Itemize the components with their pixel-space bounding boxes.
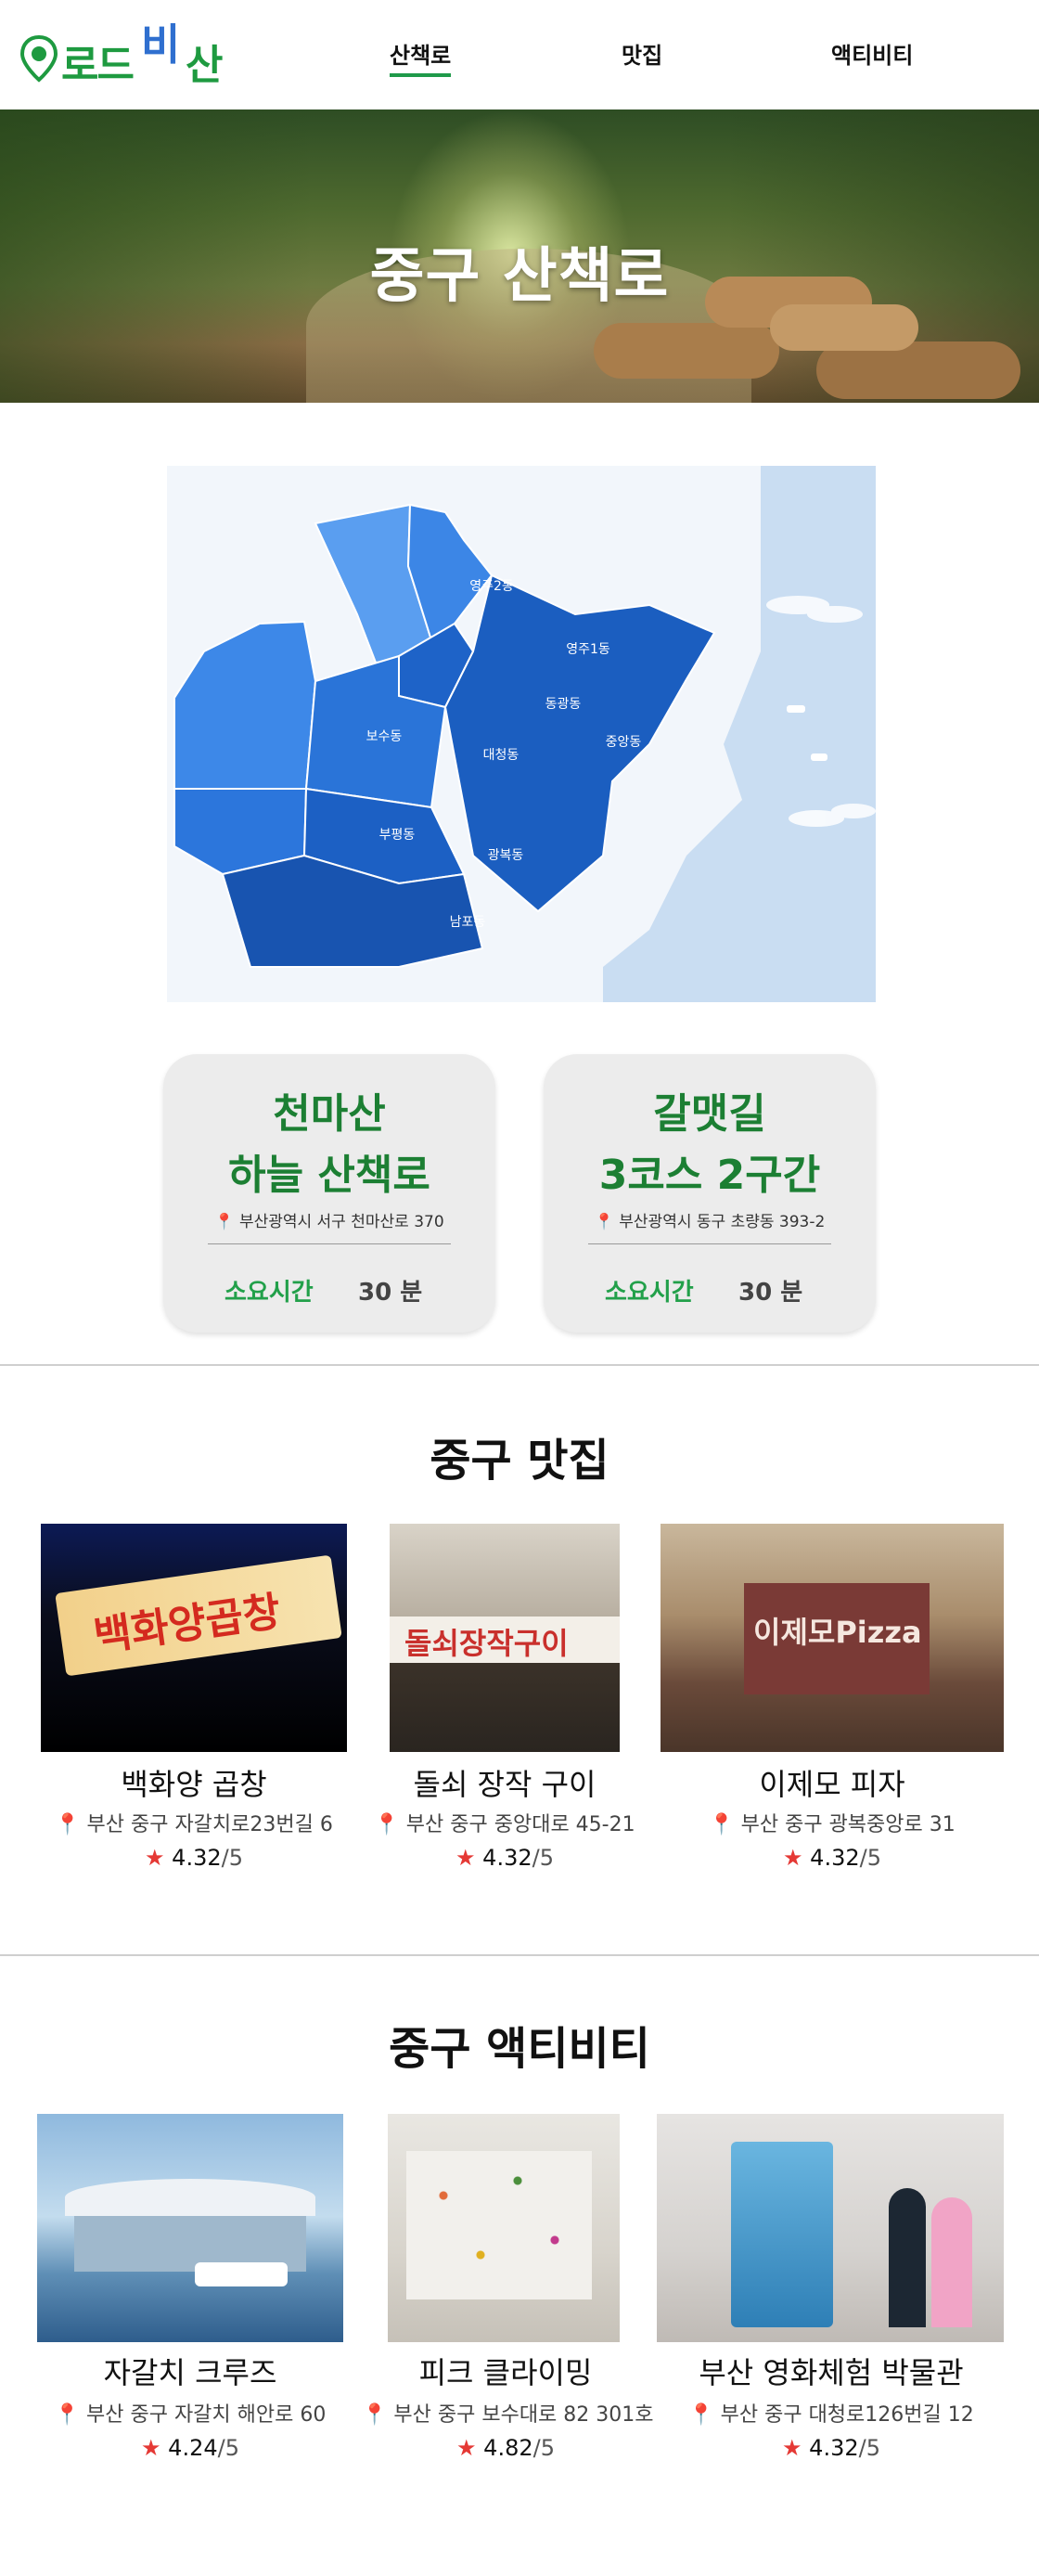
location-pin-icon: 📍	[709, 1813, 741, 1836]
restaurant-name: 백화양 곱창	[121, 1767, 267, 1802]
nav-item-activities[interactable]: 액티비티	[831, 37, 913, 70]
restaurant-card[interactable]: 이제모Pizza 이제모 피자 📍 부산 중구 광복중앙로 31 ★ 4.32/…	[661, 1524, 1004, 1876]
district-label: 대청동	[483, 748, 520, 763]
site-header: 로드 비 산 산책로 맛집 액티비티	[0, 0, 1039, 109]
district-label: 중앙동	[606, 735, 642, 750]
divider	[588, 1243, 831, 1244]
star-icon: ★	[783, 1845, 811, 1871]
district-label: 부평동	[379, 828, 416, 843]
time-label: 소요시간	[224, 1279, 314, 1307]
location-pin-icon: 📍	[214, 1213, 235, 1231]
trail-address: 📍 부산광역시 동구 초량동 393-2	[594, 1213, 826, 1231]
activity-image	[388, 2114, 620, 2342]
location-pin-icon: 📍	[688, 2403, 721, 2427]
activity-name: 피크 클라이밍	[418, 2355, 593, 2390]
trail-card[interactable]: 갈맷길 3코스 2구간 📍 부산광역시 동구 초량동 393-2 소요시간 30 …	[544, 1054, 876, 1333]
activity-address: 📍 부산 중구 대청로126번길 12	[688, 2403, 974, 2427]
restaurant-image: 백화양곱창	[41, 1524, 347, 1752]
district-label: 남포동	[450, 915, 486, 930]
restaurant-rating: ★ 4.32/5	[455, 1845, 554, 1871]
location-pin-icon: 📍	[594, 1213, 614, 1231]
hero-title: 중구 산책로	[369, 242, 670, 311]
section-divider	[0, 1364, 1039, 1366]
restaurant-card[interactable]: 백화양곱창 백화양 곱창 📍 부산 중구 자갈치로23번길 6 ★ 4.32/5	[41, 1524, 347, 1876]
activity-image	[657, 2114, 1004, 2342]
trail-name: 갈맷길 3코스 2구간	[598, 1090, 821, 1199]
nav-item-restaurants[interactable]: 맛집	[622, 37, 662, 70]
activity-name: 부산 영화체험 박물관	[699, 2355, 964, 2390]
trail-name: 천마산 하늘 산책로	[228, 1090, 430, 1199]
activity-card[interactable]: 부산 영화체험 박물관 📍 부산 중구 대청로126번길 12 ★ 4.32/5	[655, 2114, 1007, 2467]
restaurant-image: 이제모Pizza	[661, 1524, 1004, 1752]
trail-address: 📍 부산광역시 서구 천마산로 370	[214, 1213, 444, 1231]
restaurant-address: 📍 부산 중구 광복중앙로 31	[709, 1813, 956, 1836]
time-label: 소요시간	[605, 1279, 694, 1307]
activity-name: 자갈치 크루즈	[103, 2355, 277, 2390]
restaurant-name: 이제모 피자	[759, 1767, 905, 1802]
activity-rating: ★ 4.24/5	[141, 2435, 239, 2461]
district-label: 영주1동	[566, 642, 610, 657]
district-label: 광복동	[488, 848, 524, 863]
time-value: 30 분	[738, 1279, 803, 1307]
activity-rating: ★ 4.82/5	[456, 2435, 555, 2461]
star-icon: ★	[141, 2435, 169, 2461]
activity-card[interactable]: 피크 클라이밍 📍 부산 중구 보수대로 82 301호 ★ 4.82/5	[362, 2114, 654, 2467]
activity-address: 📍 부산 중구 보수대로 82 301호	[362, 2403, 654, 2427]
restaurant-image: 돌쇠장작구이	[390, 1524, 620, 1752]
trail-card[interactable]: 천마산 하늘 산책로 📍 부산광역시 서구 천마산로 370 소요시간 30 분	[163, 1054, 495, 1333]
hero-banner: 중구 산책로	[0, 109, 1039, 403]
nav-item-trails[interactable]: 산책로	[390, 37, 452, 77]
section-divider	[0, 1954, 1039, 1956]
location-pin-icon	[20, 35, 58, 83]
logo[interactable]: 로드 비 산	[20, 13, 224, 89]
logo-text-end: 산	[186, 42, 224, 89]
star-icon: ★	[456, 2435, 484, 2461]
activity-rating: ★ 4.32/5	[782, 2435, 880, 2461]
time-value: 30 분	[358, 1279, 423, 1307]
star-icon: ★	[145, 1845, 173, 1871]
divider	[208, 1243, 451, 1244]
location-pin-icon: 📍	[55, 1813, 87, 1836]
location-pin-icon: 📍	[54, 2403, 86, 2427]
district-map: 영주2동 영주1동 보수동 동광동 대청동 중앙동 부평동 광복동 남포동	[167, 466, 876, 1002]
activity-image	[37, 2114, 343, 2342]
restaurant-card[interactable]: 돌쇠장작구이 돌쇠 장작 구이 📍 부산 중구 중앙대로 45-21 ★ 4.3…	[366, 1524, 644, 1876]
location-pin-icon: 📍	[374, 1813, 406, 1836]
restaurant-rating: ★ 4.32/5	[145, 1845, 243, 1871]
location-pin-icon: 📍	[362, 2403, 394, 2427]
restaurant-name: 돌쇠 장작 구이	[413, 1767, 596, 1802]
restaurants-title: 중구 맛집	[430, 1435, 609, 1487]
restaurant-rating: ★ 4.32/5	[783, 1845, 881, 1871]
activity-address: 📍 부산 중구 자갈치 해안로 60	[54, 2403, 327, 2427]
restaurant-address: 📍 부산 중구 자갈치로23번길 6	[55, 1813, 333, 1836]
activities-title: 중구 액티비티	[389, 2023, 650, 2075]
district-label: 영주2동	[469, 579, 514, 594]
restaurant-address: 📍 부산 중구 중앙대로 45-21	[374, 1813, 635, 1836]
logo-accent: 비	[141, 19, 181, 70]
star-icon: ★	[455, 1845, 483, 1871]
district-label: 보수동	[366, 729, 403, 744]
district-label: 동광동	[545, 697, 582, 712]
logo-text: 로드	[61, 42, 135, 89]
star-icon: ★	[782, 2435, 810, 2461]
activity-card[interactable]: 자갈치 크루즈 📍 부산 중구 자갈치 해안로 60 ★ 4.24/5	[37, 2114, 343, 2467]
